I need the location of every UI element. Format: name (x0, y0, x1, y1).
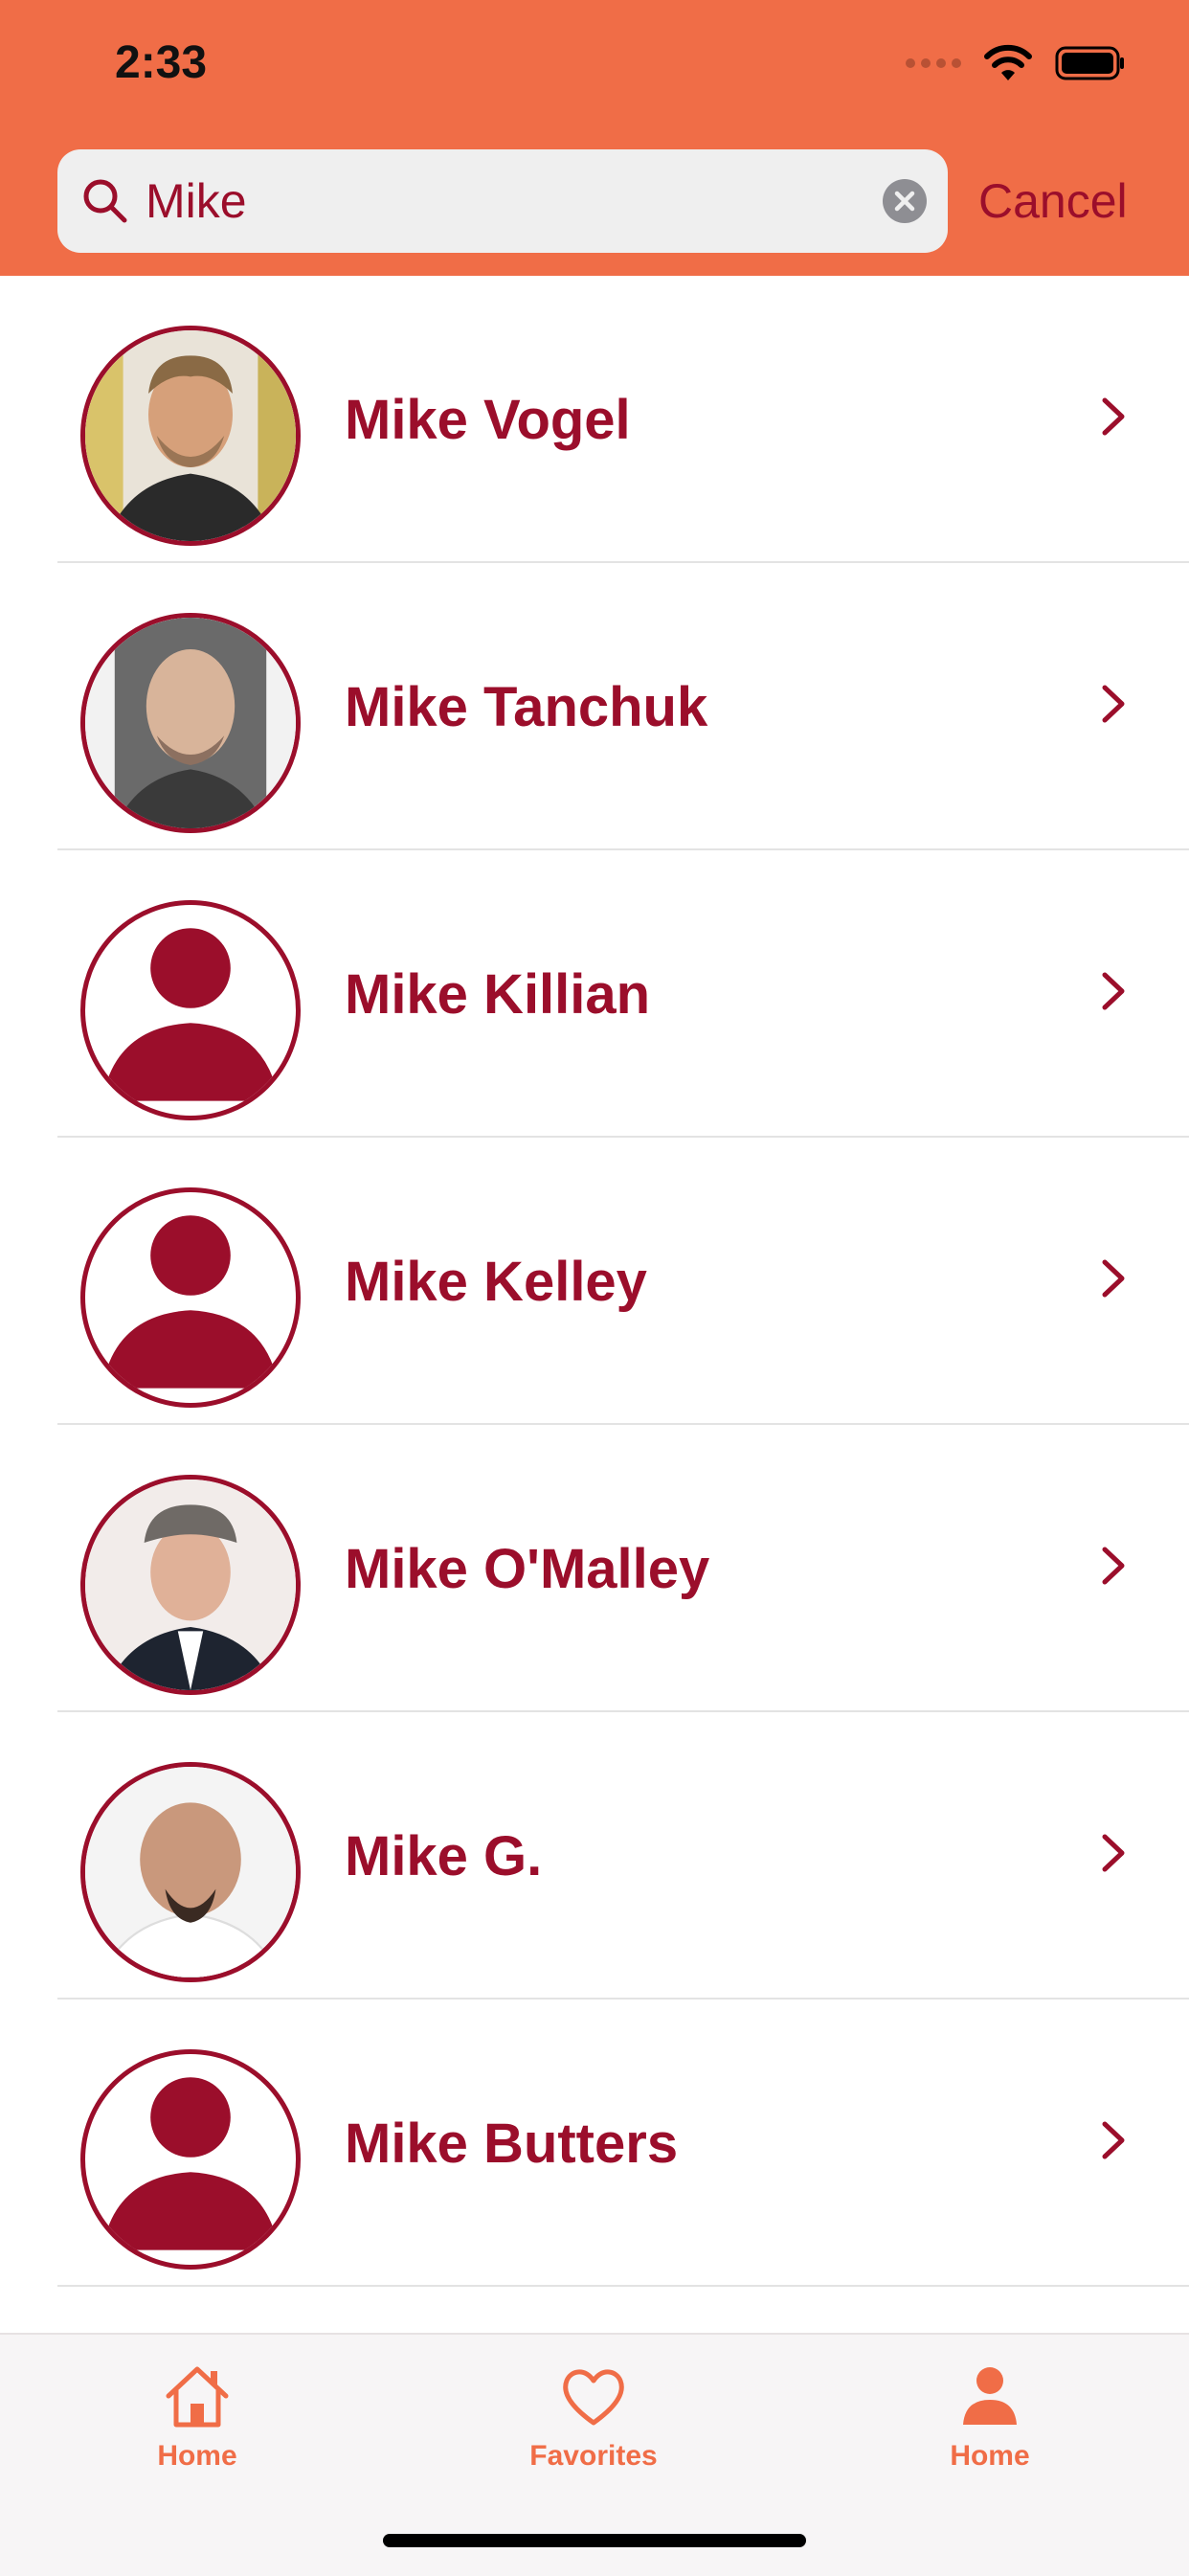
person-placeholder-icon (101, 2077, 280, 2250)
chevron-right-icon (1102, 1834, 1125, 1872)
chevron-right-icon (1102, 685, 1125, 723)
tab-favorites[interactable]: Favorites (479, 2358, 708, 2492)
result-name: Mike G. (345, 1824, 543, 1887)
cancel-button[interactable]: Cancel (978, 149, 1128, 253)
tab-label: Favorites (529, 2440, 658, 2472)
tab-label: Home (950, 2440, 1030, 2472)
result-name: Mike Killian (345, 962, 651, 1026)
avatar (80, 1187, 301, 1408)
person-placeholder-icon (101, 1215, 280, 1389)
list-item[interactable]: Mike G. (0, 1712, 1189, 2000)
chevron-right-icon (1102, 972, 1125, 1010)
tab-home[interactable]: Home (82, 2358, 312, 2492)
avatar (80, 1475, 301, 1695)
tab-profile[interactable]: Home (875, 2358, 1105, 2492)
result-name: Mike Vogel (345, 388, 631, 451)
result-name: Mike Tanchuk (345, 675, 708, 738)
header: 2:33 Cancel (0, 0, 1189, 276)
avatar (80, 326, 301, 546)
list-item[interactable]: Mike Tanchuk (0, 563, 1189, 850)
avatar (80, 613, 301, 833)
clear-search-icon[interactable] (883, 179, 927, 223)
search-field[interactable] (57, 149, 948, 253)
person-placeholder-icon (101, 928, 280, 1101)
list-item[interactable]: Mike Kelley (0, 1138, 1189, 1425)
list-item[interactable]: Mike Vogel (0, 276, 1189, 563)
search-input[interactable] (146, 149, 816, 253)
cellular-signal-icon (906, 58, 961, 68)
search-icon (83, 179, 127, 223)
wifi-icon (984, 44, 1032, 80)
chevron-right-icon (1102, 2121, 1125, 2159)
home-indicator (383, 2534, 806, 2547)
house-icon (166, 2366, 229, 2428)
chevron-right-icon (1102, 397, 1125, 436)
list-item[interactable]: Mike Butters (0, 2000, 1189, 2287)
chevron-right-icon (1102, 1259, 1125, 1298)
status-icons (906, 42, 1126, 84)
heart-icon (563, 2369, 624, 2426)
avatar (80, 900, 301, 1120)
avatar (80, 2049, 301, 2270)
list-item[interactable]: Mike O'Malley (0, 1425, 1189, 1712)
battery-icon (1055, 46, 1124, 80)
avatar (80, 1762, 301, 1982)
tab-label: Home (157, 2440, 237, 2472)
list-item[interactable]: Mike Killian (0, 850, 1189, 1138)
result-name: Mike Kelley (345, 1250, 647, 1313)
result-name: Mike O'Malley (345, 1537, 710, 1600)
result-name: Mike Butters (345, 2112, 679, 2175)
person-icon (963, 2367, 1017, 2425)
status-time: 2:33 (115, 37, 208, 88)
chevron-right-icon (1102, 1547, 1125, 1585)
